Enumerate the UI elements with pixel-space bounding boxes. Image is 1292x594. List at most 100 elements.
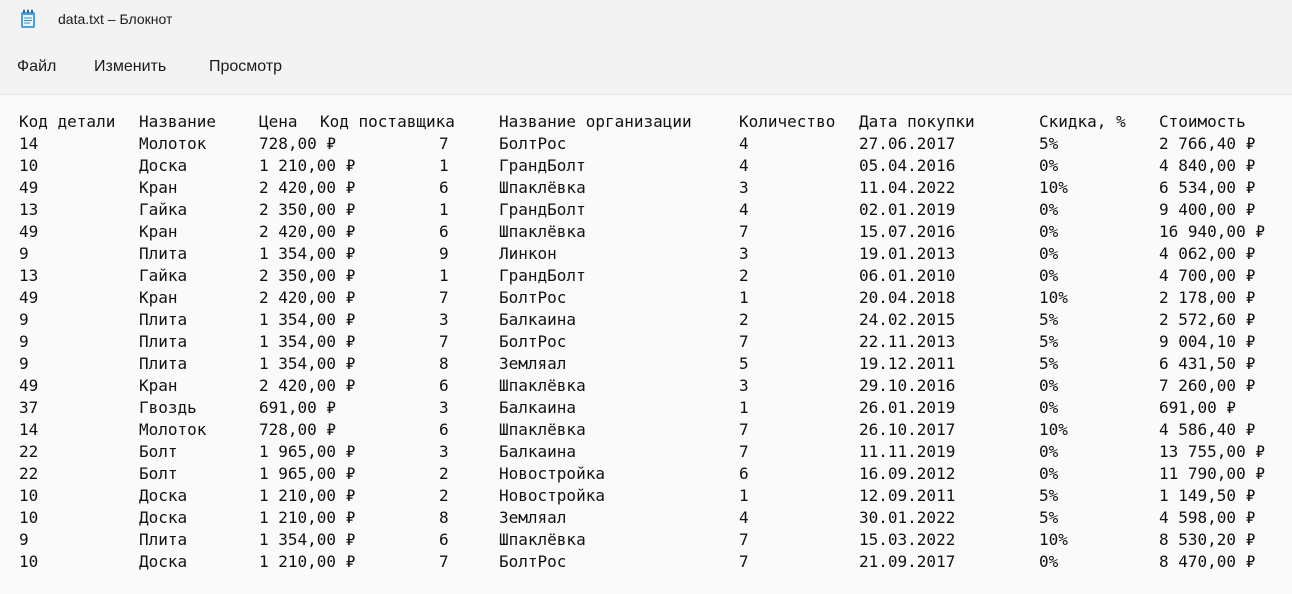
- cell-price: 1 354,00 ₽: [259, 244, 356, 263]
- title-bar[interactable]: data.txt – Блокнот: [0, 0, 1292, 40]
- cell-purchase-date: 29.10.2016: [859, 376, 956, 395]
- cell-quantity: 2: [739, 310, 749, 329]
- cell-code: 22: [19, 442, 39, 461]
- cell-code: 9: [19, 354, 29, 373]
- cell-code: 49: [19, 288, 39, 307]
- cell-cost: 2 766,40 ₽: [1159, 134, 1256, 153]
- text-editor-area[interactable]: Код детали Название Цена Код поставщика Назв…: [0, 94, 1292, 594]
- cell-cost: 4 840,00 ₽: [1159, 156, 1256, 175]
- cell-organization: Шпаклёвка: [499, 222, 586, 241]
- cell-organization: Линкон: [499, 244, 557, 263]
- menu-edit[interactable]: Изменить: [92, 58, 168, 76]
- cell-purchase-date: 26.10.2017: [859, 420, 956, 439]
- cell-name: Доска: [139, 508, 188, 527]
- cell-supplier-code: 3: [439, 442, 449, 461]
- cell-price: 2 420,00 ₽: [259, 288, 356, 307]
- cell-name: Плита: [139, 354, 188, 373]
- cell-cost: 4 062,00 ₽: [1159, 244, 1256, 263]
- cell-name: Кран: [139, 288, 178, 307]
- cell-organization: Шпаклёвка: [499, 420, 586, 439]
- cell-name: Доска: [139, 156, 188, 175]
- cell-quantity: 3: [739, 376, 749, 395]
- cell-purchase-date: 22.11.2013: [859, 332, 956, 351]
- cell-purchase-date: 15.07.2016: [859, 222, 956, 241]
- cell-code: 9: [19, 530, 29, 549]
- cell-purchase-date: 30.01.2022: [859, 508, 956, 527]
- cell-price: 1 354,00 ₽: [259, 530, 356, 549]
- header-quantity: Количество: [739, 112, 836, 131]
- cell-supplier-code: 3: [439, 398, 449, 417]
- cell-price: 1 210,00 ₽: [259, 508, 356, 527]
- cell-price: 1 354,00 ₽: [259, 354, 356, 373]
- cell-quantity: 7: [739, 442, 749, 461]
- header-cost: Стоимость: [1159, 112, 1246, 131]
- cell-purchase-date: 21.09.2017: [859, 552, 956, 571]
- cell-organization: Земляал: [499, 508, 567, 527]
- header-organization: Название организации: [499, 112, 692, 131]
- cell-code: 10: [19, 552, 39, 571]
- cell-organization: Новостройка: [499, 486, 605, 505]
- cell-purchase-date: 26.01.2019: [859, 398, 956, 417]
- header-supplier-code: Код поставщика: [320, 112, 455, 131]
- header-purchase-date: Дата покупки: [859, 112, 975, 131]
- cell-name: Доска: [139, 486, 188, 505]
- cell-organization: Балкаина: [499, 398, 577, 417]
- cell-name: Кран: [139, 376, 178, 395]
- cell-supplier-code: 2: [439, 464, 449, 483]
- cell-price: 2 420,00 ₽: [259, 178, 356, 197]
- cell-quantity: 3: [739, 178, 749, 197]
- cell-code: 49: [19, 222, 39, 241]
- cell-quantity: 1: [739, 486, 749, 505]
- cell-discount: 5%: [1039, 508, 1059, 527]
- cell-price: 1 210,00 ₽: [259, 552, 356, 571]
- cell-quantity: 7: [739, 332, 749, 351]
- cell-cost: 13 755,00 ₽: [1159, 442, 1265, 461]
- cell-code: 49: [19, 178, 39, 197]
- cell-price: 728,00 ₽: [259, 420, 337, 439]
- cell-quantity: 5: [739, 354, 749, 373]
- cell-name: Кран: [139, 222, 178, 241]
- cell-organization: Земляал: [499, 354, 567, 373]
- cell-organization: Шпаклёвка: [499, 530, 586, 549]
- header-name: Название: [139, 112, 217, 131]
- cell-discount: 5%: [1039, 354, 1059, 373]
- cell-code: 22: [19, 464, 39, 483]
- cell-price: 728,00 ₽: [259, 134, 337, 153]
- cell-discount: 0%: [1039, 398, 1059, 417]
- notepad-window: data.txt – Блокнот Файл Изменить Просмот…: [0, 0, 1292, 594]
- cell-cost: 7 260,00 ₽: [1159, 376, 1256, 395]
- cell-cost: 8 530,20 ₽: [1159, 530, 1256, 549]
- cell-code: 13: [19, 266, 39, 285]
- cell-organization: ГрандБолт: [499, 266, 586, 285]
- cell-cost: 2 572,60 ₽: [1159, 310, 1256, 329]
- cell-price: 1 354,00 ₽: [259, 332, 356, 351]
- cell-organization: ГрандБолт: [499, 200, 586, 219]
- cell-quantity: 7: [739, 530, 749, 549]
- cell-discount: 0%: [1039, 266, 1059, 285]
- cell-purchase-date: 15.03.2022: [859, 530, 956, 549]
- cell-purchase-date: 12.09.2011: [859, 486, 956, 505]
- header-price: Цена: [259, 112, 298, 131]
- cell-code: 10: [19, 508, 39, 527]
- cell-cost: 11 790,00 ₽: [1159, 464, 1265, 483]
- cell-supplier-code: 1: [439, 156, 449, 175]
- menu-bar: Файл Изменить Просмотр: [0, 48, 1292, 88]
- cell-organization: Шпаклёвка: [499, 376, 586, 395]
- header-discount: Скидка, %: [1039, 112, 1126, 131]
- cell-supplier-code: 7: [439, 332, 449, 351]
- cell-organization: БолтРос: [499, 332, 567, 351]
- cell-quantity: 7: [739, 222, 749, 241]
- menu-view[interactable]: Просмотр: [207, 58, 284, 76]
- cell-price: 1 965,00 ₽: [259, 464, 356, 483]
- cell-discount: 10%: [1039, 178, 1068, 197]
- cell-organization: БолтРос: [499, 552, 567, 571]
- cell-name: Молоток: [139, 134, 207, 153]
- cell-discount: 5%: [1039, 310, 1059, 329]
- menu-file[interactable]: Файл: [15, 58, 58, 76]
- cell-supplier-code: 8: [439, 354, 449, 373]
- cell-quantity: 1: [739, 288, 749, 307]
- cell-price: 1 210,00 ₽: [259, 486, 356, 505]
- cell-supplier-code: 6: [439, 420, 449, 439]
- cell-purchase-date: 20.04.2018: [859, 288, 956, 307]
- cell-purchase-date: 24.02.2015: [859, 310, 956, 329]
